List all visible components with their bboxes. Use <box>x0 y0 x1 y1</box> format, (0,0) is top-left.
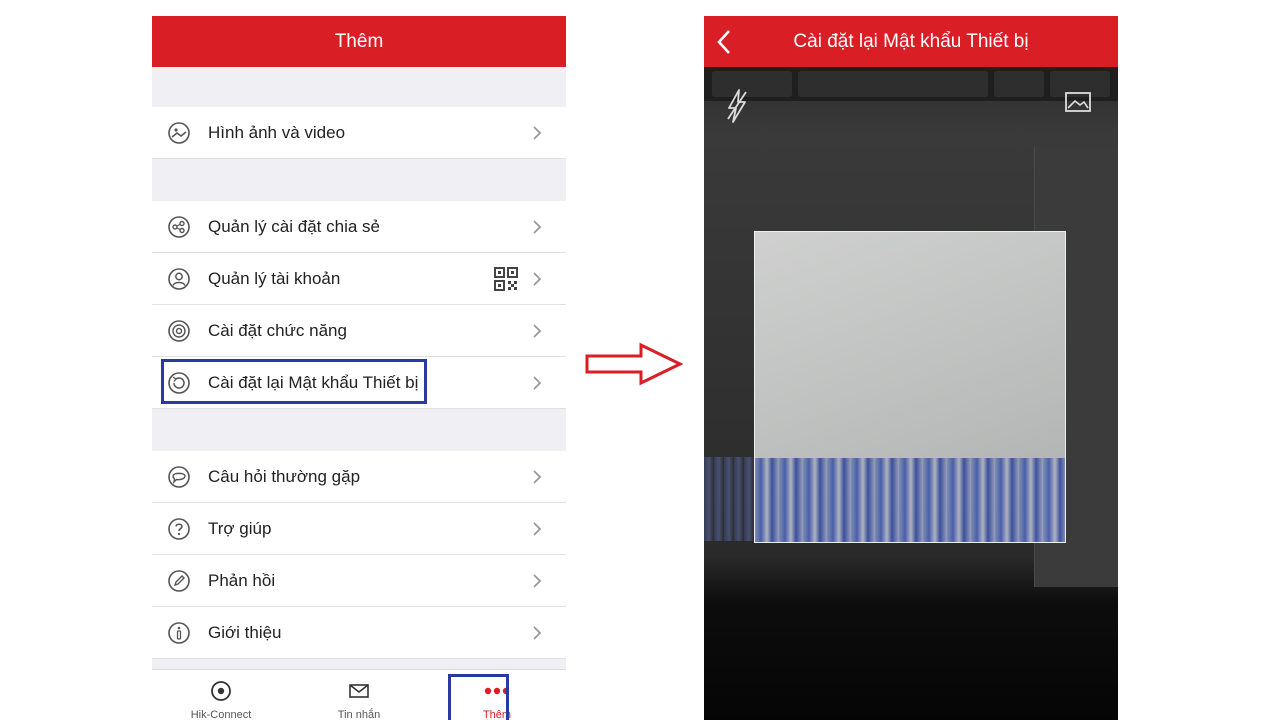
menu-item-account[interactable]: Quản lý tài khoản <box>152 253 566 305</box>
chevron-right-icon <box>532 573 546 589</box>
keyboard-background <box>704 67 1118 101</box>
tab-messages[interactable]: Tin nhắn <box>290 670 428 720</box>
highlight-box <box>448 674 509 720</box>
tab-label: Tin nhắn <box>337 709 381 720</box>
chevron-right-icon <box>532 271 546 287</box>
photo-video-icon <box>167 121 191 145</box>
chevron-right-icon <box>532 625 546 641</box>
chevron-right-icon <box>532 375 546 391</box>
menu-item-label: Hình ảnh và video <box>208 122 346 142</box>
camera-viewfinder <box>704 67 1118 720</box>
qr-code-icon[interactable] <box>494 266 518 291</box>
menu-item-reset-device-password[interactable]: Cài đặt lại Mật khẩu Thiết bị <box>152 357 566 409</box>
flash-off-icon[interactable] <box>726 89 748 128</box>
menu-item-label: Trợ giúp <box>208 518 272 538</box>
reset-password-scan-screen: Cài đặt lại Mật khẩu Thiết bị <box>704 16 1118 720</box>
gallery-icon[interactable] <box>1064 91 1092 118</box>
section-gap <box>152 159 566 201</box>
chevron-right-icon <box>532 323 546 339</box>
menu-item-label: Phản hồi <box>208 570 276 590</box>
section-gap <box>152 409 566 451</box>
more-header: Thêm <box>152 16 566 67</box>
function-settings-icon <box>167 319 191 343</box>
tab-more[interactable]: Thêm <box>428 670 566 720</box>
bottom-tab-bar: Hik-Connect Tin nhắn Thêm <box>152 669 566 720</box>
menu-item-photos-videos[interactable]: Hình ảnh và video <box>152 107 566 159</box>
more-title: Thêm <box>334 30 384 52</box>
chevron-right-icon <box>532 469 546 485</box>
menu-item-label: Quản lý cài đặt chia sẻ <box>208 216 380 236</box>
menu-item-label: Giới thiệu <box>208 622 282 642</box>
help-icon <box>167 517 191 541</box>
scan-frame <box>754 231 1066 543</box>
paper-image <box>755 232 1065 458</box>
menu-item-about[interactable]: Giới thiệu <box>152 607 566 659</box>
about-icon <box>167 621 191 645</box>
menu-item-label: Quản lý tài khoản <box>208 268 341 288</box>
tab-label: Hik-Connect <box>190 709 252 720</box>
paper-image <box>755 458 1065 542</box>
menu-item-function-settings[interactable]: Cài đặt chức năng <box>152 305 566 357</box>
menu-item-label: Câu hỏi thường gặp <box>208 466 361 486</box>
chevron-right-icon <box>532 219 546 235</box>
faq-icon <box>167 465 191 489</box>
tab-hik-connect[interactable]: Hik-Connect <box>152 670 290 720</box>
menu-item-label: Cài đặt chức năng <box>208 320 347 340</box>
menu-item-feedback[interactable]: Phản hồi <box>152 555 566 607</box>
highlight-box <box>161 359 427 404</box>
scan-header: Cài đặt lại Mật khẩu Thiết bị <box>704 16 1118 67</box>
more-screen: Thêm Hình ảnh và video Quản lý cài đặt c… <box>152 16 566 720</box>
message-icon <box>348 680 370 705</box>
right-arrow-icon <box>585 342 683 386</box>
share-settings-icon <box>167 215 191 239</box>
hik-connect-icon <box>210 680 232 705</box>
chevron-right-icon <box>532 521 546 537</box>
chevron-right-icon <box>532 125 546 141</box>
menu-item-faq[interactable]: Câu hỏi thường gặp <box>152 451 566 503</box>
back-icon[interactable] <box>716 29 732 61</box>
menu-item-share-settings[interactable]: Quản lý cài đặt chia sẻ <box>152 201 566 253</box>
scan-title: Cài đặt lại Mật khẩu Thiết bị <box>793 30 1029 52</box>
account-icon <box>167 267 191 291</box>
menu-item-help[interactable]: Trợ giúp <box>152 503 566 555</box>
feedback-icon <box>167 569 191 593</box>
background-surface <box>704 457 754 541</box>
section-gap <box>152 67 566 107</box>
